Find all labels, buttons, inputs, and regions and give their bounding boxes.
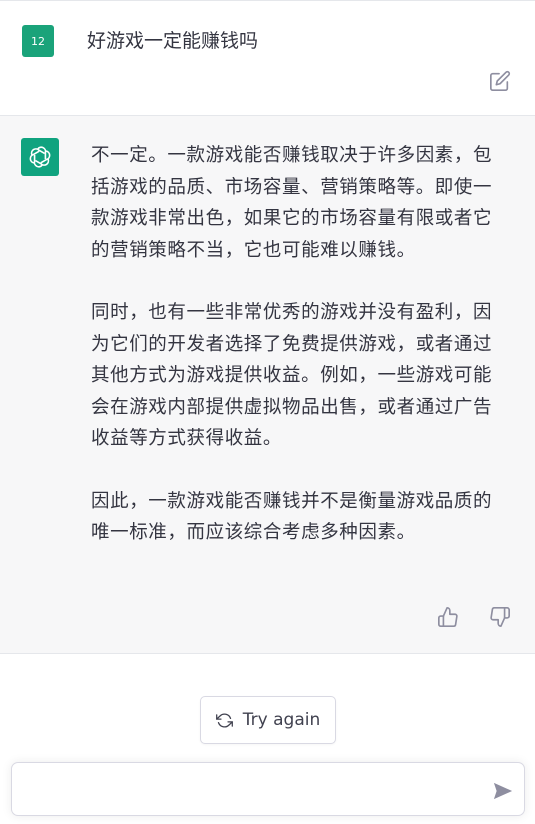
openai-logo-icon bbox=[29, 146, 51, 168]
assistant-message-text: 不一定。一款游戏能否赚钱取决于许多因素，包括游戏的品质、市场容量、营销策略等。即… bbox=[91, 140, 511, 580]
assistant-paragraph: 因此，一款游戏能否赚钱并不是衡量游戏品质的唯一标准，而应该综合考虑多种因素。 bbox=[91, 490, 493, 544]
user-avatar: 12 bbox=[22, 25, 54, 57]
message-input-bar bbox=[11, 762, 525, 816]
message-input[interactable] bbox=[26, 775, 466, 805]
send-icon[interactable] bbox=[492, 781, 514, 801]
user-message: 12 好游戏一定能赚钱吗 bbox=[0, 0, 535, 116]
assistant-paragraph: 不一定。一款游戏能否赚钱取决于许多因素，包括游戏的品质、市场容量、营销策略等。即… bbox=[91, 145, 493, 261]
thumbs-up-icon[interactable] bbox=[437, 606, 459, 628]
user-message-text: 好游戏一定能赚钱吗 bbox=[87, 30, 259, 52]
assistant-avatar bbox=[21, 138, 59, 176]
refresh-icon bbox=[215, 713, 233, 727]
try-again-button[interactable]: Try again bbox=[200, 696, 336, 744]
try-again-label: Try again bbox=[242, 710, 321, 730]
thumbs-down-icon[interactable] bbox=[489, 606, 511, 628]
user-avatar-label: 12 bbox=[31, 34, 45, 48]
edit-icon[interactable] bbox=[489, 70, 511, 92]
assistant-message: 不一定。一款游戏能否赚钱取决于许多因素，包括游戏的品质、市场容量、营销策略等。即… bbox=[0, 116, 535, 654]
assistant-paragraph: 同时，也有一些非常优秀的游戏并没有盈利，因为它们的开发者选择了免费提供游戏，或者… bbox=[91, 302, 493, 449]
